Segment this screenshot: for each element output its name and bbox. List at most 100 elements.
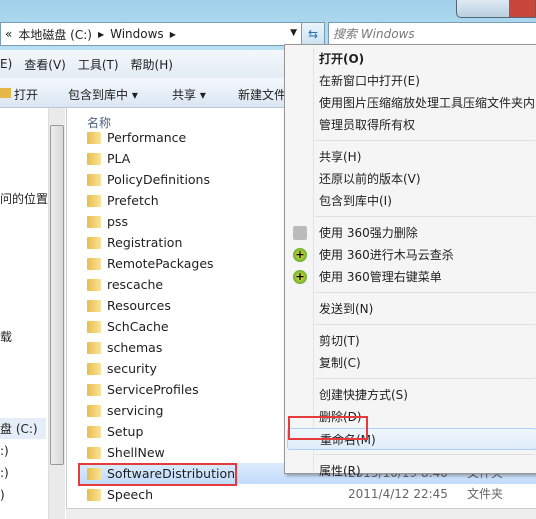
breadcrumb-windows[interactable]: Windows — [110, 27, 164, 41]
file-name: servicing — [107, 403, 164, 418]
menu-separator — [315, 292, 535, 293]
file-name: PolicyDefinitions — [107, 172, 210, 187]
file-name: pss — [107, 214, 128, 229]
menu-item[interactable]: 剪切(T) — [287, 330, 536, 352]
menu-item-label: 属性(R) — [319, 464, 361, 478]
file-name: Speech — [107, 487, 154, 502]
file-name: RemotePackages — [107, 256, 214, 271]
menu-separator — [315, 324, 535, 325]
chevron-down-icon[interactable]: ▼ — [290, 28, 297, 38]
folder-icon — [87, 321, 101, 333]
menu-view[interactable]: 查看(V) — [24, 56, 66, 73]
file-name: PLA — [107, 151, 131, 166]
menu-bar: E) 查看(V) 工具(T) 帮助(H) — [0, 50, 290, 78]
folder-icon — [87, 342, 101, 354]
folder-icon — [87, 279, 101, 291]
search-input[interactable]: 搜索 Windows — [328, 22, 536, 46]
folder-icon — [87, 447, 101, 459]
menu-separator — [315, 216, 535, 217]
menu-item[interactable]: 管理员取得所有权 — [287, 114, 536, 136]
menu-item-label: 共享(H) — [319, 150, 362, 164]
menu-item-label: 创建快捷方式(S) — [319, 388, 408, 402]
folder-icon — [87, 258, 101, 270]
share-button[interactable]: 共享 ▾ — [172, 86, 206, 103]
scrollbar-thumb[interactable] — [50, 125, 64, 465]
file-name: Registration — [107, 235, 183, 250]
nav-item[interactable]: 载 — [0, 328, 12, 345]
file-name: Setup — [107, 424, 144, 439]
folder-icon — [87, 405, 101, 417]
menu-item[interactable]: 在新窗口中打开(E) — [287, 70, 536, 92]
include-in-library-button[interactable]: 包含到库中 ▾ — [68, 86, 138, 103]
menu-item[interactable]: + 使用 360进行木马云查杀 — [287, 244, 536, 266]
file-type: 文件夹 — [467, 487, 504, 501]
address-bar[interactable]: « 本地磁盘 (C:) ▶ Windows ▶ ▼ — [0, 22, 304, 46]
folder-open-icon — [0, 88, 11, 98]
folder-icon — [87, 426, 101, 438]
nav-item-local-disk-c[interactable]: 盘 (C:) — [0, 418, 46, 439]
window-controls[interactable] — [456, 0, 536, 18]
folder-icon — [87, 237, 101, 249]
folder-icon — [87, 174, 101, 186]
menu-separator — [315, 140, 535, 141]
nav-scrollbar[interactable] — [48, 108, 65, 519]
menu-item-label: 使用图片压缩缩放处理工具压缩文件夹内的图片 — [319, 96, 536, 110]
menu-item[interactable]: 使用图片压缩缩放处理工具压缩文件夹内的图片 — [287, 92, 536, 114]
menu-item-label: 剪切(T) — [319, 334, 360, 348]
menu-item[interactable]: 发送到(N) — [287, 298, 536, 320]
highlight-box — [288, 416, 368, 440]
menu-item[interactable]: 复制(C) — [287, 352, 536, 374]
menu-help[interactable]: 帮助(H) — [131, 56, 173, 73]
file-name: ShellNew — [107, 445, 165, 460]
open-button[interactable]: 打开 — [14, 86, 38, 103]
chevron-right-icon[interactable]: ▶ — [98, 30, 104, 39]
menu-item-label: 使用 360进行木马云查杀 — [319, 248, 454, 262]
nav-item[interactable]: :) — [0, 466, 9, 480]
menu-edit[interactable]: E) — [0, 57, 12, 71]
360-icon: + — [293, 270, 307, 284]
file-name: SchCache — [107, 319, 169, 334]
menu-item-label: 包含到库中(I) — [319, 194, 392, 208]
context-menu: 打开(O) 在新窗口中打开(E) 使用图片压缩缩放处理工具压缩文件夹内的图片管理员取… — [284, 44, 536, 478]
menu-item-label: 发送到(N) — [319, 302, 374, 316]
menu-item[interactable]: 打开(O) — [287, 48, 536, 70]
menu-tools[interactable]: 工具(T) — [78, 56, 119, 73]
folder-icon — [87, 132, 101, 144]
menu-item[interactable]: 使用 360强力删除 — [287, 222, 536, 244]
horizontal-scrollbar[interactable] — [66, 508, 536, 519]
file-date: 2011/4/12 22:45 — [348, 487, 448, 501]
menu-item[interactable]: 属性(R) — [287, 460, 536, 482]
menu-item-label: 还原以前的版本(V) — [319, 172, 421, 186]
refresh-button[interactable]: ⇆ — [301, 22, 325, 46]
folder-icon — [87, 489, 101, 501]
menu-item[interactable]: 包含到库中(I) — [287, 190, 536, 212]
close-button[interactable] — [509, 0, 535, 17]
folder-icon — [87, 363, 101, 375]
file-name: Performance — [107, 130, 187, 145]
menu-item[interactable]: 还原以前的版本(V) — [287, 168, 536, 190]
file-name: security — [107, 361, 157, 376]
nav-item[interactable]: :) — [0, 444, 9, 458]
file-row[interactable]: Speech 2011/4/12 22:45 文件夹 — [79, 484, 536, 505]
menu-item-label: 在新窗口中打开(E) — [319, 74, 420, 88]
menu-item[interactable]: 共享(H) — [287, 146, 536, 168]
file-name: rescache — [107, 277, 164, 292]
chevron-right-icon[interactable]: ▶ — [170, 30, 176, 39]
breadcrumb-overflow[interactable]: « — [5, 27, 12, 41]
menu-separator — [315, 378, 535, 379]
folder-icon — [87, 216, 101, 228]
highlight-box — [78, 463, 237, 486]
breadcrumb-drive[interactable]: 本地磁盘 (C:) — [18, 26, 92, 43]
new-folder-button[interactable]: 新建文件 — [238, 86, 286, 103]
nav-item[interactable]: ) — [0, 488, 5, 502]
menu-item-label: 使用 360管理右键菜单 — [319, 270, 442, 284]
folder-icon — [87, 300, 101, 312]
menu-item[interactable]: + 使用 360管理右键菜单 — [287, 266, 536, 288]
navigation-pane: 问的位置 载 盘 (C:) :) :) ) — [0, 108, 48, 519]
shredder-icon — [293, 226, 307, 240]
file-name: Prefetch — [107, 193, 159, 208]
menu-item-label: 打开(O) — [319, 52, 365, 66]
locked-folder-icon — [87, 195, 101, 207]
menu-item[interactable]: 创建快捷方式(S) — [287, 384, 536, 406]
nav-item[interactable]: 问的位置 — [0, 190, 48, 207]
